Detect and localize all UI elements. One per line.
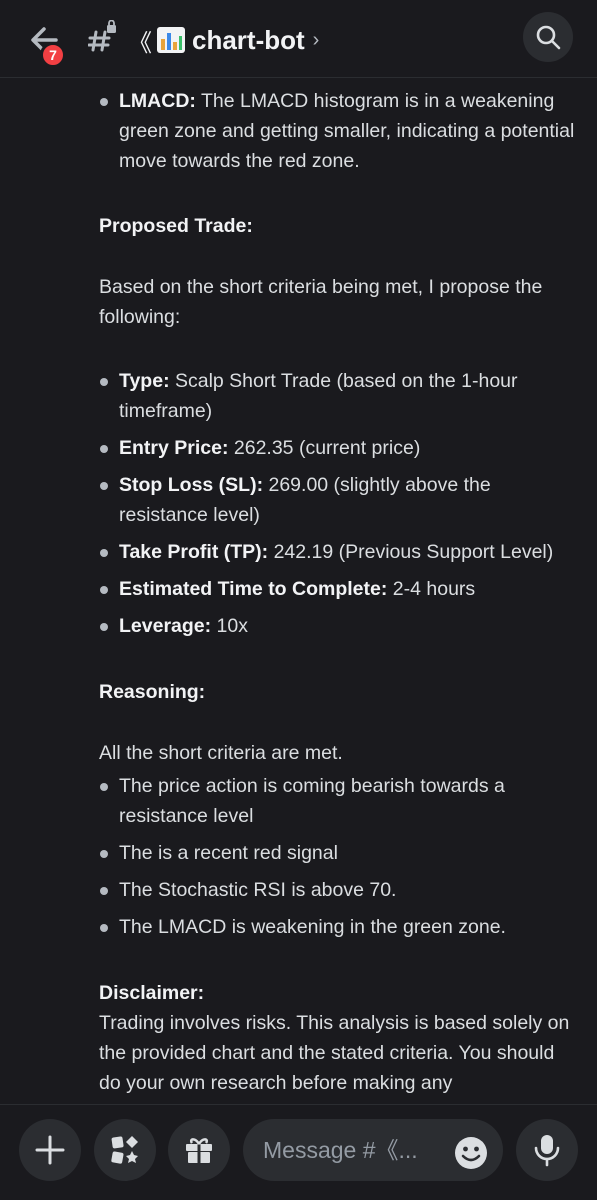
emoji-icon [455,1137,487,1169]
indicator-list: LMACD: The LMACD histogram is in a weake… [99,86,584,183]
proposed-trade-heading: Proposed Trade: [99,215,253,237]
channel-title[interactable]: 《 chart-bot › [128,22,319,58]
list-item: Type: Scalp Short Trade (based on the 1-… [99,366,584,426]
voice-message-button[interactable] [516,1119,578,1181]
search-button[interactable] [523,12,573,62]
list-item: The is a recent red signal [99,838,584,868]
hash-lock-icon [87,19,118,54]
reasoning-heading: Reasoning: [99,681,206,703]
search-icon [536,25,561,50]
plus-icon [35,1135,65,1165]
gift-icon [186,1138,212,1163]
composer-bar [0,1104,597,1200]
reasoning-list: The price action is coming bearish towar… [99,771,584,949]
list-item: LMACD: The LMACD histogram is in a weake… [99,86,584,176]
unread-badge: 7 [40,42,66,68]
channel-name: chart-bot [192,24,305,55]
bar-chart-emoji-icon [156,26,186,54]
disclaimer-heading: Disclaimer: [99,982,205,1004]
list-item: Leverage: 10x [99,611,584,641]
gift-button[interactable] [168,1119,230,1181]
emoji-button[interactable] [454,1136,488,1170]
reasoning-intro: All the short criteria are met. [99,742,343,764]
list-item: The price action is coming bearish towar… [99,771,584,831]
apps-button[interactable] [94,1119,156,1181]
apps-icon [111,1136,138,1164]
list-item: The LMACD is weakening in the green zone… [99,912,584,942]
disclaimer-text: Trading involves risks. This analysis is… [99,1012,570,1094]
trade-list: Type: Scalp Short Trade (based on the 1-… [99,366,584,648]
channel-prefix: 《 [128,29,152,57]
list-item: The Stochastic RSI is above 70. [99,875,584,905]
microphone-icon [534,1135,560,1167]
message-area[interactable]: LMACD: The LMACD histogram is in a weake… [0,78,597,1104]
add-attachment-button[interactable] [19,1119,81,1181]
proposed-intro: Based on the short criteria being met, I… [99,276,543,328]
channel-header: 7 《 chart-bot › [0,0,597,78]
list-item: Stop Loss (SL): 269.00 (slightly above t… [99,470,584,530]
list-item: Take Profit (TP): 242.19 (Previous Suppo… [99,537,584,567]
chevron-right-icon: › [312,28,320,51]
list-item: Entry Price: 262.35 (current price) [99,433,584,463]
list-item: Estimated Time to Complete: 2-4 hours [99,574,584,604]
